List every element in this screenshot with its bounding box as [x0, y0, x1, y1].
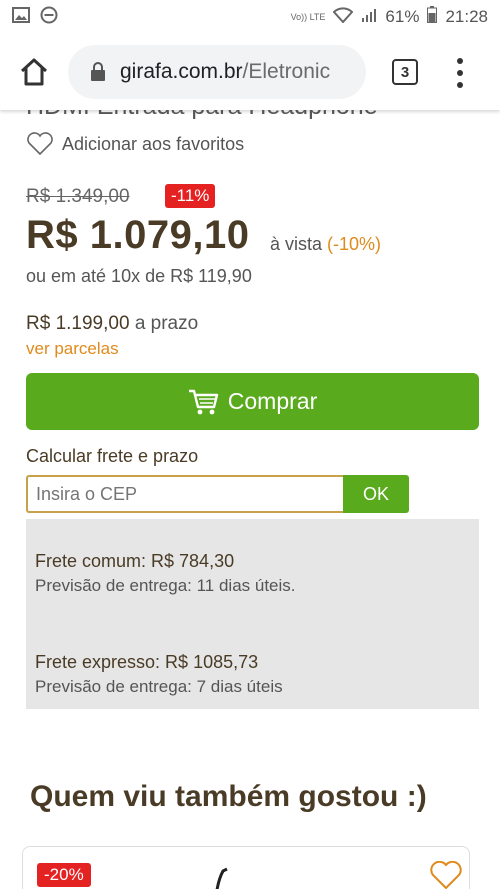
battery-icon — [427, 6, 438, 28]
buy-button[interactable]: Comprar — [26, 373, 479, 430]
shipping-option-eta: Previsão de entrega: 7 dias úteis — [35, 677, 283, 696]
cash-label: à vista — [270, 234, 323, 254]
browser-toolbar: girafa.com.br/Eletronic 3 — [0, 34, 500, 110]
tab-switcher-button[interactable]: 3 — [392, 59, 418, 85]
lock-icon — [91, 62, 105, 81]
volte-indicator: Vo)) LTE — [290, 11, 326, 22]
related-product-card[interactable]: -20% — [22, 846, 470, 889]
add-to-favorites-link[interactable]: Adicionar aos favoritos — [26, 132, 244, 156]
url-host: girafa.com.br — [120, 60, 243, 83]
discount-badge: -11% — [165, 184, 216, 208]
cart-icon — [188, 389, 218, 414]
clock: 21:28 — [445, 7, 488, 26]
shipping-calc-label: Calcular frete e prazo — [26, 446, 199, 466]
term-label: a prazo — [134, 313, 199, 334]
discount-badge: -20% — [37, 863, 91, 887]
cep-input[interactable] — [26, 475, 343, 513]
shipping-results: Frete comum: R$ 784,30 Previsão de entre… — [26, 519, 479, 709]
overflow-menu-icon[interactable] — [454, 58, 466, 88]
cash-discount: (-10%) — [327, 234, 382, 254]
cep-ok-button[interactable]: OK — [343, 475, 409, 513]
heart-icon — [27, 132, 53, 156]
wifi-icon — [333, 6, 354, 28]
current-price: R$ 1.079,10 — [26, 213, 250, 257]
old-price: R$ 1.349,00 — [26, 186, 130, 207]
buy-label: Comprar — [227, 388, 318, 414]
installments-text: ou em até 10x de R$ 119,90 — [26, 266, 252, 286]
gallery-icon — [12, 6, 30, 28]
view-installments-link[interactable]: ver parcelas — [26, 339, 119, 359]
page-content: HDMI Entrada para Headphone Adicionar ao… — [0, 110, 500, 889]
url-path: /Eletronic — [242, 60, 331, 83]
heart-icon[interactable] — [429, 861, 463, 889]
term-price-row: R$ 1.199,00 a prazo — [26, 313, 198, 335]
product-thumbnail — [215, 867, 228, 889]
product-title: HDMI Entrada para Headphone — [26, 110, 378, 121]
address-bar[interactable]: girafa.com.br/Eletronic — [68, 45, 366, 99]
term-price: R$ 1.199,00 — [26, 313, 130, 334]
favorite-label: Adicionar aos favoritos — [62, 133, 245, 154]
battery-percent: 61% — [385, 7, 420, 26]
signal-icon — [361, 7, 377, 28]
status-bar: Vo)) LTE 61% 21:28 — [0, 0, 500, 34]
shipping-option-title: Frete comum: R$ 784,30 — [35, 551, 235, 571]
home-icon[interactable] — [18, 56, 50, 88]
shipping-option-title: Frete expresso: R$ 1085,73 — [35, 652, 259, 672]
shipping-option-eta: Previsão de entrega: 11 dias úteis. — [35, 576, 296, 595]
do-not-disturb-icon — [40, 6, 58, 29]
related-section-title: Quem viu também gostou :) — [30, 780, 427, 813]
cash-price-label: à vista (-10%) — [270, 234, 381, 255]
